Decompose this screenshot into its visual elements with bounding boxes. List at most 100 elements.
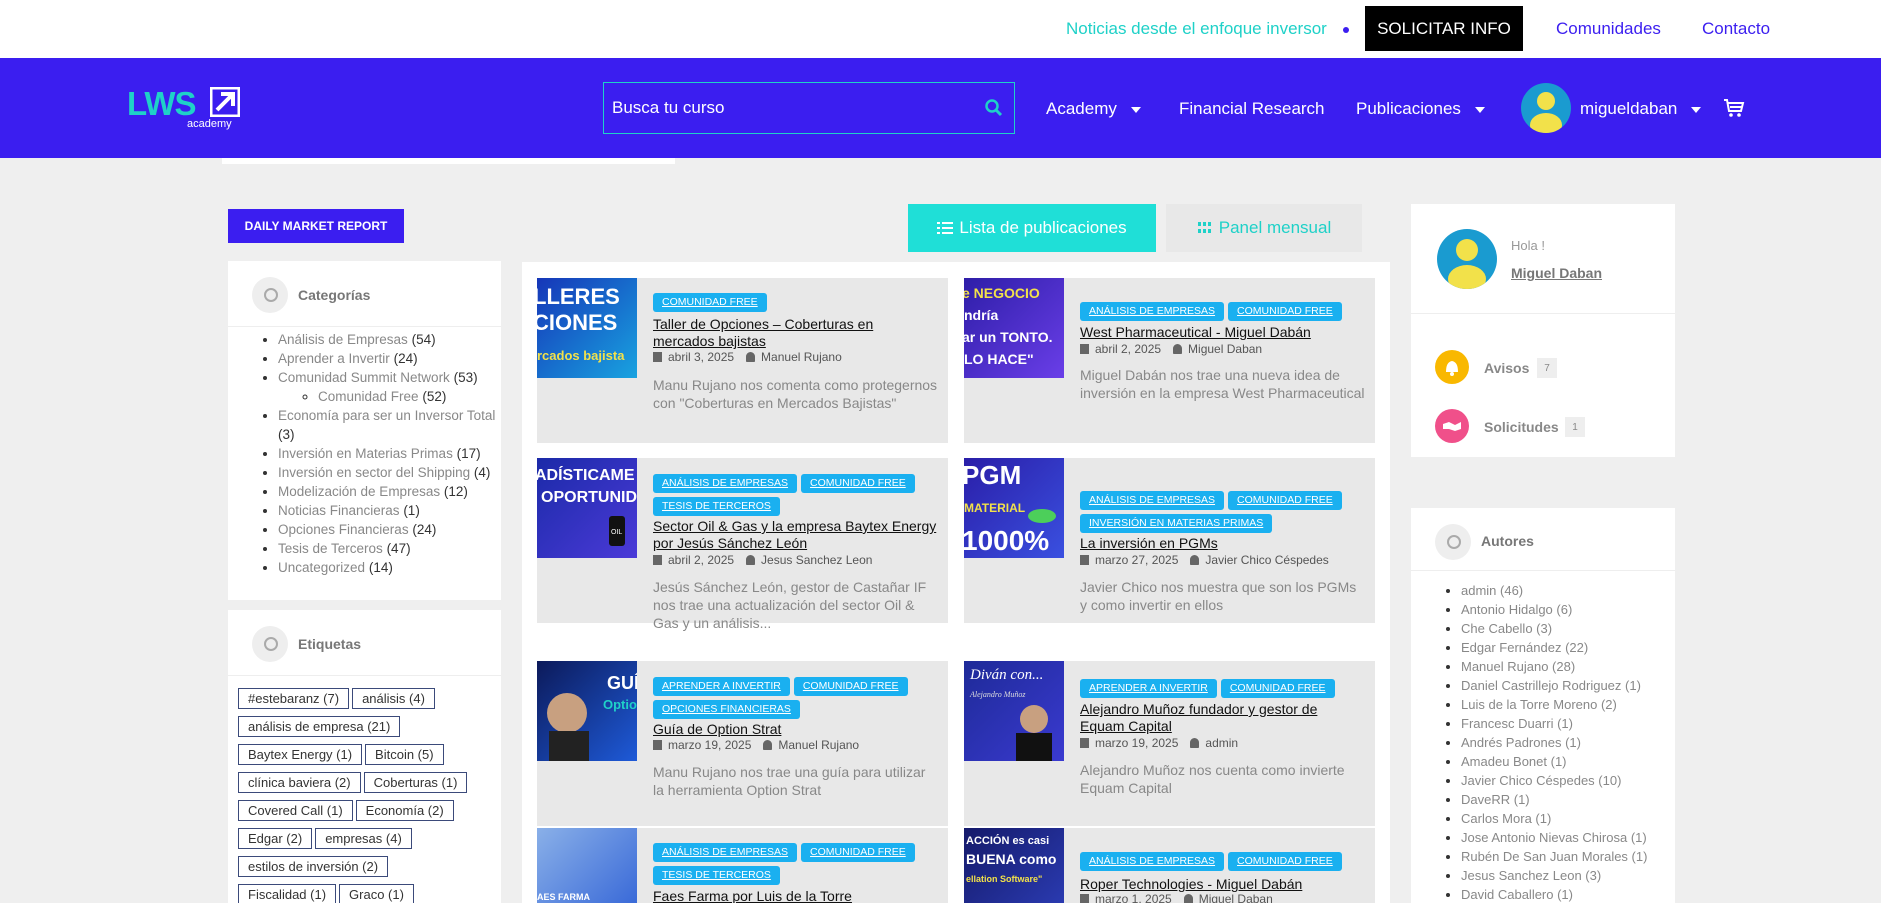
post-thumbnail[interactable]: PGM MATERIAL 1000% <box>964 458 1064 558</box>
divider <box>1411 313 1675 314</box>
calendar-icon <box>1080 555 1089 565</box>
post-card[interactable]: Diván con... Alejandro Muñoz APRENDER A … <box>964 661 1375 826</box>
post-card[interactable]: AES FARMA ANÁLISIS DE EMPRESAS COMUNIDAD … <box>537 828 948 903</box>
category-badge[interactable]: INVERSIÓN EN MATERIAS PRIMAS <box>1080 514 1273 533</box>
post-thumbnail[interactable]: ACCIÓN es casi BUENA como ellation Softw… <box>964 828 1064 903</box>
tab-lista-publicaciones[interactable]: Lista de publicaciones <box>908 204 1156 252</box>
category-badge[interactable]: COMUNIDAD FREE <box>1220 679 1335 698</box>
category-badge[interactable]: ANÁLISIS DE EMPRESAS <box>653 843 798 862</box>
cart-icon[interactable] <box>1722 96 1746 120</box>
category-badge[interactable]: COMUNIDAD FREE <box>1228 302 1342 321</box>
nav-financial-research[interactable]: Financial Research <box>1179 99 1325 119</box>
post-card[interactable]: GUÍ Option APRENDER A INVERTIRCOMUNIDAD … <box>537 661 948 826</box>
tag-link[interactable]: análisis de empresa (21) <box>238 716 401 737</box>
lws-logo[interactable]: LWS academy <box>127 85 247 131</box>
post-title[interactable]: Roper Technologies - Miguel Dabán <box>1080 876 1365 893</box>
post-thumbnail[interactable]: AES FARMA <box>537 828 637 903</box>
category-badge[interactable]: APRENDER A INVERTIR <box>653 677 790 696</box>
svg-text:Diván con...: Diván con... <box>969 667 1043 683</box>
category-badge[interactable]: COMUNIDAD FREE <box>801 843 915 862</box>
comunidades-link[interactable]: Comunidades <box>1556 19 1661 39</box>
list-item: Comunidad Free (52) <box>318 387 503 406</box>
bell-icon[interactable] <box>1435 350 1469 384</box>
svg-text:AES FARMA: AES FARMA <box>537 892 591 902</box>
nav-publicaciones[interactable]: Publicaciones <box>1356 99 1485 119</box>
category-badge[interactable]: APRENDER A INVERTIR <box>1080 679 1217 698</box>
category-badge[interactable]: OPCIONES FINANCIERAS <box>653 700 800 719</box>
chevron-down-icon <box>1691 106 1702 113</box>
post-excerpt: Jesús Sánchez León, gestor de Castañar I… <box>653 579 927 631</box>
separator-dot <box>1343 27 1349 33</box>
tag-link[interactable]: Baytex Energy (1) <box>238 744 363 765</box>
tag-link[interactable]: Graco (1) <box>339 884 414 903</box>
post-thumbnail[interactable]: GUÍ Option <box>537 661 637 761</box>
post-title[interactable]: Sector Oil & Gas y la empresa Baytex Ene… <box>653 518 938 552</box>
post-title[interactable]: La inversión en PGMs <box>1080 535 1365 552</box>
list-item: Carlos Mora (1) <box>1461 809 1647 828</box>
calendar-icon <box>653 352 662 362</box>
thumbnail-image: PGM MATERIAL 1000% <box>964 460 1056 556</box>
solicitar-info-button[interactable]: SOLICITAR INFO <box>1365 6 1523 51</box>
category-badge[interactable]: ANÁLISIS DE EMPRESAS <box>653 474 798 493</box>
grid-icon <box>1197 222 1211 233</box>
tag-link[interactable]: estilos de inversión (2) <box>238 856 389 877</box>
search-icon[interactable] <box>984 98 1004 118</box>
category-badge[interactable]: ANÁLISIS DE EMPRESAS <box>1080 852 1225 871</box>
list-item: Análisis de Empresas (54) <box>278 330 503 349</box>
post-title[interactable]: West Pharmaceutical - Miguel Dabán <box>1080 324 1365 341</box>
search-input[interactable] <box>612 95 962 121</box>
tab-panel-mensual[interactable]: Panel mensual <box>1166 204 1362 252</box>
handshake-icon[interactable] <box>1435 409 1469 443</box>
user-menu[interactable]: migueldaban <box>1580 99 1702 119</box>
list-item: Jose Antonio Nievas Chirosa (1) <box>1461 828 1647 847</box>
tag-link[interactable]: Economía (2) <box>355 800 454 821</box>
tag-link[interactable]: Edgar (2) <box>238 828 313 849</box>
category-badge[interactable]: COMUNIDAD FREE <box>801 474 915 493</box>
list-item: Aprender a Invertir (24) <box>278 349 503 368</box>
solicitudes-link[interactable]: Solicitudes <box>1484 419 1559 435</box>
post-title[interactable]: Alejandro Muñoz fundador y gestor de Equ… <box>1080 701 1365 735</box>
header-strip <box>222 158 675 164</box>
autores-title: Autores <box>1481 533 1534 549</box>
categorias-title: Categorías <box>298 287 371 303</box>
post-title[interactable]: Guía de Option Strat <box>653 721 938 738</box>
post-card[interactable]: ACCIÓN es casi BUENA como ellation Softw… <box>964 828 1375 903</box>
nav-academy[interactable]: Academy <box>1046 99 1141 119</box>
tag-link[interactable]: análisis (4) <box>352 688 435 709</box>
post-title[interactable]: Faes Farma por Luis de la Torre <box>653 888 938 903</box>
daily-market-report-button[interactable]: DAILY MARKET REPORT <box>228 209 404 243</box>
post-card[interactable]: LLERES CIONES rcados bajista COMUNIDAD F… <box>537 278 948 443</box>
category-badge[interactable]: TESIS DE TERCEROS <box>653 497 780 516</box>
category-badge[interactable]: COMUNIDAD FREE <box>653 293 767 312</box>
user-avatar[interactable] <box>1437 229 1497 289</box>
tag-link[interactable]: Bitcoin (5) <box>365 744 444 765</box>
category-badge[interactable]: TESIS DE TERCEROS <box>653 866 780 885</box>
svg-text:ndría: ndría <box>964 307 998 323</box>
post-thumbnail[interactable]: ADÍSTICAME OPORTUNIDA OIL <box>537 458 637 558</box>
post-thumbnail[interactable]: LLERES CIONES rcados bajista <box>537 278 637 378</box>
user-avatar[interactable] <box>1521 83 1571 133</box>
tag-link[interactable]: Covered Call (1) <box>238 800 353 821</box>
tag-link[interactable]: Coberturas (1) <box>363 772 468 793</box>
category-badge[interactable]: COMUNIDAD FREE <box>1228 852 1342 871</box>
tag-link[interactable]: empresas (4) <box>315 828 412 849</box>
category-badge[interactable]: COMUNIDAD FREE <box>1228 491 1342 510</box>
tag-link[interactable]: #estebaranz (7) <box>238 688 350 709</box>
post-title[interactable]: Taller de Opciones – Coberturas en merca… <box>653 316 938 350</box>
post-thumbnail[interactable]: Diván con... Alejandro Muñoz <box>964 661 1064 761</box>
list-item: Opciones Financieras (24) <box>278 520 503 539</box>
thumbnail-image: GUÍ Option <box>547 672 637 761</box>
post-card[interactable]: e NEGOCIO ndría ar un TONTO. LO HACE" AN… <box>964 278 1375 443</box>
user-profile-link[interactable]: Miguel Daban <box>1511 265 1602 281</box>
tag-link[interactable]: Fiscalidad (1) <box>238 884 337 903</box>
post-thumbnail[interactable]: e NEGOCIO ndría ar un TONTO. LO HACE" <box>964 278 1064 378</box>
post-card[interactable]: PGM MATERIAL 1000% ANÁLISIS DE EMPRESAS C… <box>964 458 1375 623</box>
category-badge[interactable]: ANÁLISIS DE EMPRESAS <box>1080 302 1225 321</box>
chevron-down-icon <box>1474 106 1485 113</box>
tag-link[interactable]: clínica baviera (2) <box>238 772 361 793</box>
contacto-link[interactable]: Contacto <box>1702 19 1770 39</box>
category-badge[interactable]: ANÁLISIS DE EMPRESAS <box>1080 491 1225 510</box>
post-card[interactable]: ADÍSTICAME OPORTUNIDA OIL ANÁLISIS DE EM… <box>537 458 948 631</box>
avisos-link[interactable]: Avisos <box>1484 360 1529 376</box>
category-badge[interactable]: COMUNIDAD FREE <box>793 677 908 696</box>
